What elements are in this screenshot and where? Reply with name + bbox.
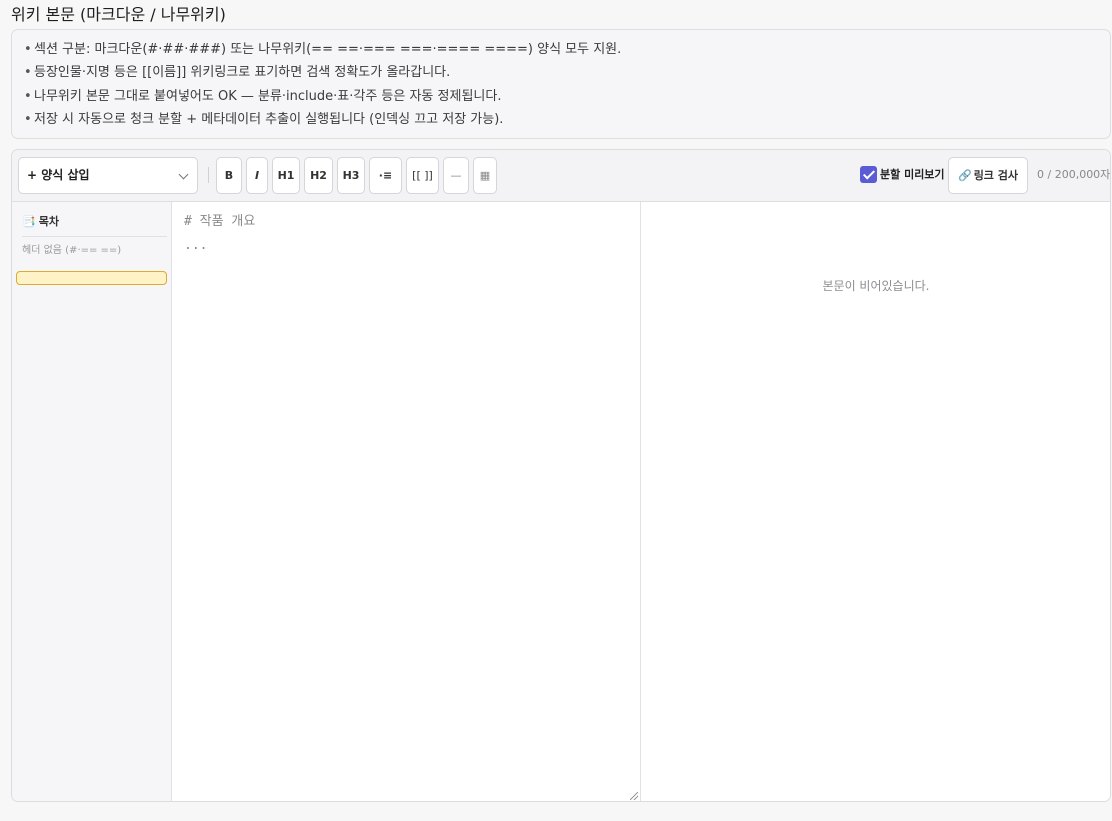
- link-icon: 🔗: [957, 169, 972, 182]
- toc-header: 📑 목차: [22, 213, 167, 237]
- toc-empty-message: 헤더 없음 (#·== ==): [22, 245, 122, 256]
- preview-empty-message: 본문이 비어있습니다.: [822, 279, 930, 293]
- notice-text: 저장 시 자동으로 청크 분할 + 메타데이터 추출이 실행됩니다 (인덱싱 끄…: [34, 111, 504, 127]
- placeholder-line: ...: [184, 238, 208, 253]
- bullet-icon: •: [24, 111, 32, 127]
- split-preview-toggle[interactable]: 분할 미리보기: [860, 166, 945, 184]
- toc-active-indicator: [16, 271, 167, 285]
- template-select-label: + 양식 삽입: [27, 168, 90, 182]
- help-notice: • 섹션 구분: 마크다운(#·##·###) 또는 나무위키(== ==·===…: [11, 29, 1111, 139]
- h3-button[interactable]: H3: [337, 157, 365, 194]
- h2-button[interactable]: H2: [304, 157, 333, 194]
- chevron-down-icon: [178, 169, 189, 180]
- bullet-icon: •: [24, 65, 32, 81]
- notice-line: • 저장 시 자동으로 청크 분할 + 메타데이터 추출이 실행됩니다 (인덱싱 …: [24, 108, 1110, 131]
- char-count: 0 / 200,000자: [1037, 168, 1111, 181]
- italic-button[interactable]: I: [246, 157, 268, 194]
- horizontal-rule-button[interactable]: —: [443, 157, 469, 194]
- wiki-editor: + 양식 삽입 B I H1 H2 H3 ·≡ [[ ]] — ▦ 분할 미리보…: [11, 149, 1111, 802]
- split-preview-label: 분할 미리보기: [880, 168, 945, 181]
- source-placeholder: # 작품 개요 ...: [184, 210, 255, 258]
- resize-handle-icon[interactable]: [630, 792, 638, 800]
- toc-panel: 📑 목차 헤더 없음 (#·== ==): [12, 202, 172, 801]
- toolbar-divider: [208, 167, 209, 183]
- notice-text: 등장인물·지명 등은 [[이름]] 위키링크로 표기하면 검색 정확도가 올라갑…: [34, 65, 451, 81]
- notice-line: • 섹션 구분: 마크다운(#·##·###) 또는 나무위키(== ==·===…: [24, 38, 1110, 61]
- template-select[interactable]: + 양식 삽입: [18, 157, 198, 194]
- split-preview-checkbox[interactable]: [860, 166, 877, 183]
- table-button[interactable]: ▦: [473, 157, 497, 194]
- bookmark-icon: 📑: [22, 215, 36, 228]
- h1-button[interactable]: H1: [272, 157, 300, 194]
- link-check-button[interactable]: 🔗 링크 검사: [948, 157, 1028, 194]
- bold-button[interactable]: B: [216, 157, 242, 194]
- bullet-icon: •: [24, 88, 32, 104]
- editor-toolbar: + 양식 삽입 B I H1 H2 H3 ·≡ [[ ]] — ▦ 분할 미리보…: [12, 150, 1110, 202]
- toc-title: 목차: [38, 215, 59, 228]
- page: 위키 본문 (마크다운 / 나무위키) • 섹션 구분: 마크다운(#·##·##…: [0, 0, 1112, 821]
- bullet-icon: •: [24, 42, 32, 57]
- source-textarea[interactable]: # 작품 개요 ...: [172, 202, 641, 801]
- wikilink-button[interactable]: [[ ]]: [406, 157, 439, 194]
- page-title: 위키 본문 (마크다운 / 나무위키): [11, 5, 226, 24]
- notice-line: • 나무위키 본문 그대로 붙여넣어도 OK — 분류·include·표·각주 …: [24, 85, 1110, 108]
- placeholder-line: # 작품 개요: [184, 214, 256, 229]
- list-button[interactable]: ·≡: [369, 157, 402, 194]
- notice-text: 나무위키 본문 그대로 붙여넣어도 OK — 분류·include·표·각주 등…: [34, 88, 502, 104]
- notice-text: 섹션 구분: 마크다운(#·##·###) 또는 나무위키(== ==·=== …: [34, 42, 622, 57]
- preview-pane: 본문이 비어있습니다.: [641, 202, 1110, 801]
- notice-line: • 등장인물·지명 등은 [[이름]] 위키링크로 표기하면 검색 정확도가 올라…: [24, 61, 1110, 84]
- link-check-label: 링크 검사: [973, 169, 1018, 182]
